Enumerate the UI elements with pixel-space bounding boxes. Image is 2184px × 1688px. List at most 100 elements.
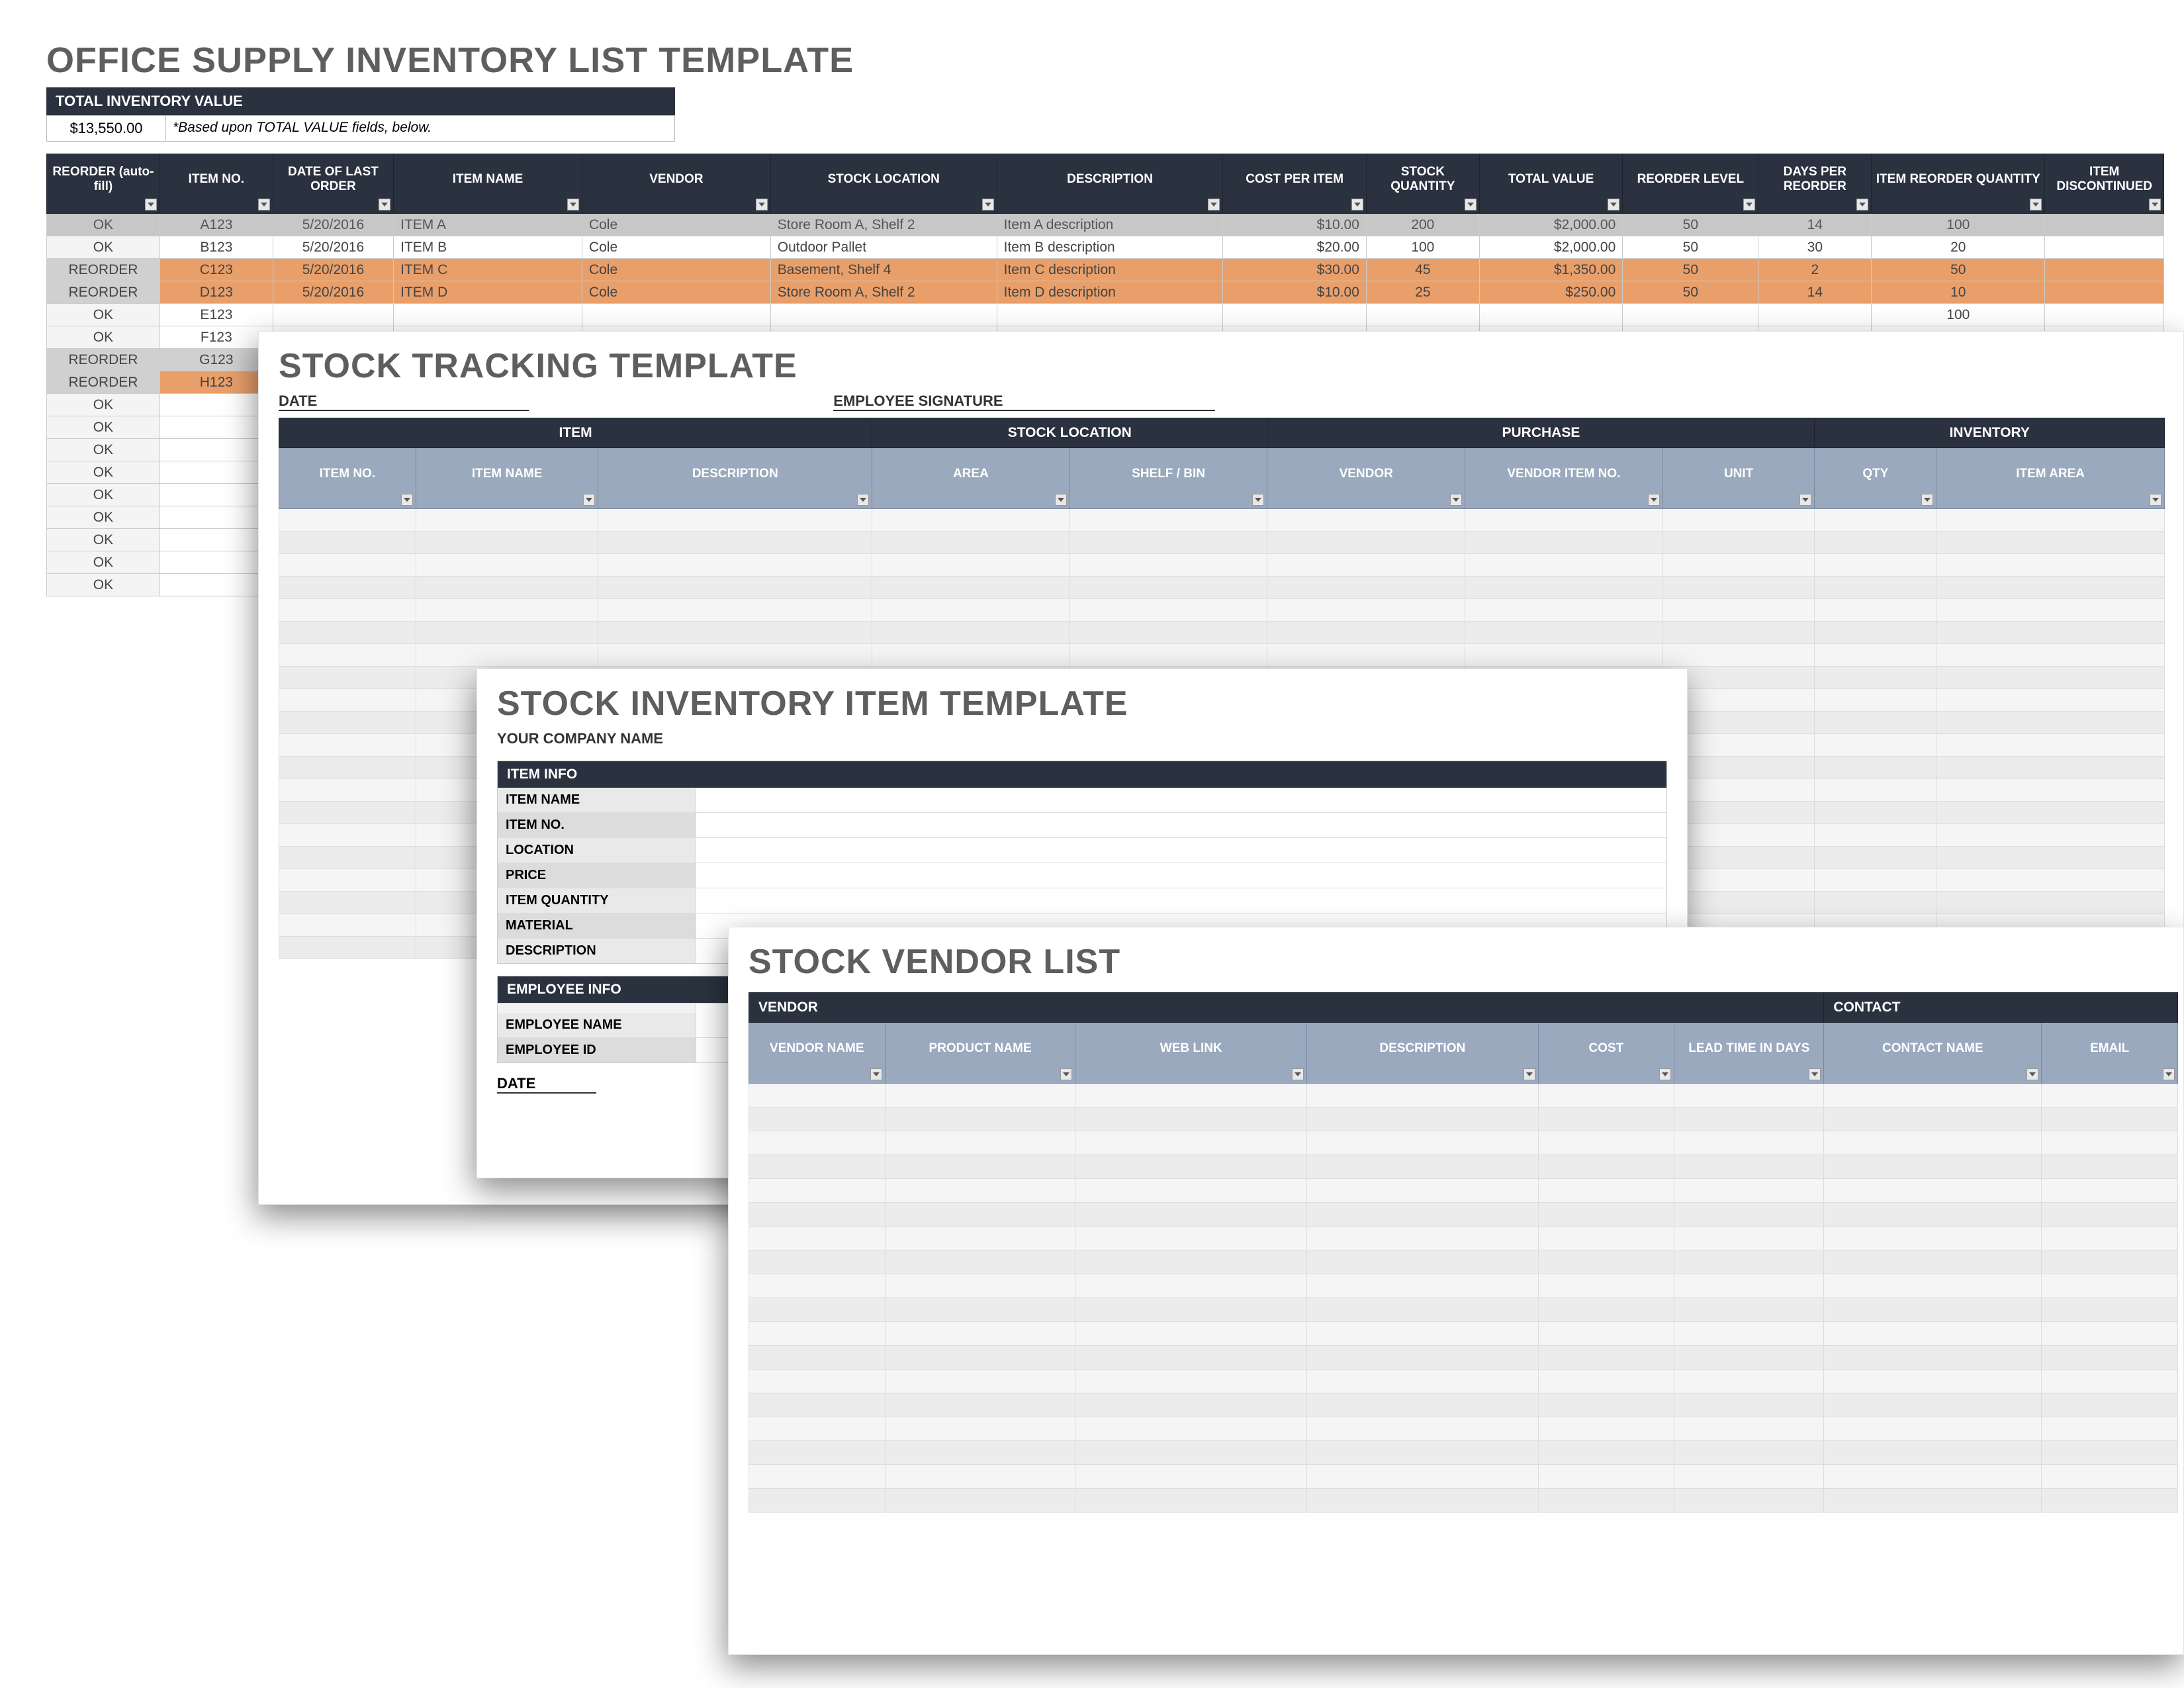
cell[interactable] bbox=[749, 1227, 886, 1250]
table-row[interactable] bbox=[749, 1250, 2178, 1274]
cell[interactable] bbox=[1465, 577, 1663, 599]
cell[interactable] bbox=[1307, 1084, 1539, 1107]
column-header[interactable]: ITEM NO. bbox=[159, 154, 273, 214]
table-row[interactable]: OKE123100 bbox=[47, 304, 2164, 326]
cell[interactable] bbox=[1815, 532, 1936, 554]
filter-dropdown-icon[interactable] bbox=[1060, 1068, 1072, 1080]
cell[interactable] bbox=[1538, 1107, 1674, 1131]
filter-dropdown-icon[interactable] bbox=[2150, 494, 2161, 506]
filter-dropdown-icon[interactable] bbox=[2149, 199, 2161, 211]
filter-dropdown-icon[interactable] bbox=[1856, 199, 1868, 211]
cell[interactable] bbox=[1307, 1465, 1539, 1489]
cell[interactable] bbox=[1662, 577, 1815, 599]
cell[interactable] bbox=[279, 712, 416, 734]
filter-dropdown-icon[interactable] bbox=[982, 199, 994, 211]
cell[interactable]: 30 bbox=[1758, 236, 1872, 259]
cell[interactable] bbox=[2042, 1131, 2178, 1155]
cell[interactable] bbox=[1815, 734, 1936, 757]
cell[interactable]: 100 bbox=[1872, 214, 2045, 236]
table-row[interactable] bbox=[279, 622, 2165, 644]
cell[interactable]: OK bbox=[47, 574, 160, 596]
cell[interactable] bbox=[273, 304, 393, 326]
column-header[interactable]: UNIT bbox=[1662, 448, 1815, 509]
cell[interactable] bbox=[159, 394, 273, 416]
column-header[interactable]: VENDOR bbox=[582, 154, 770, 214]
cell[interactable] bbox=[279, 914, 416, 937]
cell[interactable] bbox=[1815, 824, 1936, 847]
cell[interactable] bbox=[1075, 1179, 1307, 1203]
cell[interactable]: OK bbox=[47, 326, 160, 349]
filter-dropdown-icon[interactable] bbox=[258, 199, 270, 211]
kv-value[interactable] bbox=[696, 788, 1666, 812]
cell[interactable] bbox=[2042, 1441, 2178, 1465]
cell[interactable] bbox=[1538, 1441, 1674, 1465]
cell[interactable] bbox=[1307, 1155, 1539, 1179]
cell[interactable] bbox=[1307, 1274, 1539, 1298]
cell[interactable]: $2,000.00 bbox=[1479, 214, 1622, 236]
cell[interactable] bbox=[1538, 1203, 1674, 1227]
cell[interactable]: 50 bbox=[1623, 259, 1758, 281]
cell[interactable] bbox=[749, 1465, 886, 1489]
cell[interactable] bbox=[1815, 757, 1936, 779]
column-header[interactable]: SHELF / BIN bbox=[1069, 448, 1267, 509]
cell[interactable]: E123 bbox=[159, 304, 273, 326]
cell[interactable] bbox=[159, 551, 273, 574]
table-row[interactable] bbox=[749, 1370, 2178, 1393]
filter-dropdown-icon[interactable] bbox=[1921, 494, 1933, 506]
cell[interactable] bbox=[1069, 554, 1267, 577]
cell[interactable] bbox=[1824, 1346, 2042, 1370]
cell[interactable] bbox=[1674, 1346, 1824, 1370]
cell[interactable] bbox=[1824, 1155, 2042, 1179]
cell[interactable] bbox=[1824, 1227, 2042, 1250]
cell[interactable] bbox=[1824, 1322, 2042, 1346]
cell[interactable] bbox=[394, 304, 582, 326]
cell[interactable] bbox=[1538, 1346, 1674, 1370]
table-row[interactable]: OKA1235/20/2016ITEM AColeStore Room A, S… bbox=[47, 214, 2164, 236]
cell[interactable]: G123 bbox=[159, 349, 273, 371]
cell[interactable]: OK bbox=[47, 394, 160, 416]
cell[interactable] bbox=[1815, 802, 1936, 824]
cell[interactable] bbox=[1075, 1227, 1307, 1250]
cell[interactable] bbox=[749, 1107, 886, 1131]
cell[interactable] bbox=[279, 599, 416, 622]
cell[interactable] bbox=[749, 1370, 886, 1393]
cell[interactable] bbox=[1936, 622, 2165, 644]
kv-value[interactable] bbox=[696, 863, 1666, 888]
cell[interactable] bbox=[1075, 1393, 1307, 1417]
cell[interactable] bbox=[1662, 532, 1815, 554]
cell[interactable] bbox=[1824, 1393, 2042, 1417]
cell[interactable] bbox=[1267, 554, 1465, 577]
table-row[interactable] bbox=[279, 532, 2165, 554]
cell[interactable] bbox=[159, 574, 273, 596]
cell[interactable] bbox=[1075, 1084, 1307, 1107]
cell[interactable] bbox=[1307, 1393, 1539, 1417]
cell[interactable] bbox=[1815, 869, 1936, 892]
cell[interactable] bbox=[1674, 1131, 1824, 1155]
cell[interactable]: A123 bbox=[159, 214, 273, 236]
cell[interactable] bbox=[1538, 1393, 1674, 1417]
cell[interactable] bbox=[1936, 847, 2165, 869]
cell[interactable] bbox=[2042, 1084, 2178, 1107]
cell[interactable] bbox=[1538, 1250, 1674, 1274]
filter-dropdown-icon[interactable] bbox=[379, 199, 390, 211]
cell[interactable] bbox=[2045, 281, 2164, 304]
cell[interactable]: 100 bbox=[1366, 236, 1479, 259]
cell[interactable]: 20 bbox=[1872, 236, 2045, 259]
cell[interactable]: Cole bbox=[582, 214, 770, 236]
cell[interactable]: REORDER bbox=[47, 281, 160, 304]
cell[interactable] bbox=[279, 532, 416, 554]
cell[interactable] bbox=[770, 304, 997, 326]
cell[interactable] bbox=[279, 869, 416, 892]
cell[interactable]: $1,350.00 bbox=[1479, 259, 1622, 281]
cell[interactable] bbox=[1538, 1489, 1674, 1513]
cell[interactable] bbox=[749, 1489, 886, 1513]
cell[interactable]: C123 bbox=[159, 259, 273, 281]
cell[interactable] bbox=[2042, 1393, 2178, 1417]
cell[interactable] bbox=[1824, 1131, 2042, 1155]
filter-dropdown-icon[interactable] bbox=[1055, 494, 1067, 506]
cell[interactable] bbox=[885, 1393, 1075, 1417]
table-row[interactable] bbox=[279, 644, 2165, 667]
table-row[interactable] bbox=[279, 599, 2165, 622]
cell[interactable] bbox=[872, 622, 1070, 644]
cell[interactable] bbox=[1307, 1346, 1539, 1370]
